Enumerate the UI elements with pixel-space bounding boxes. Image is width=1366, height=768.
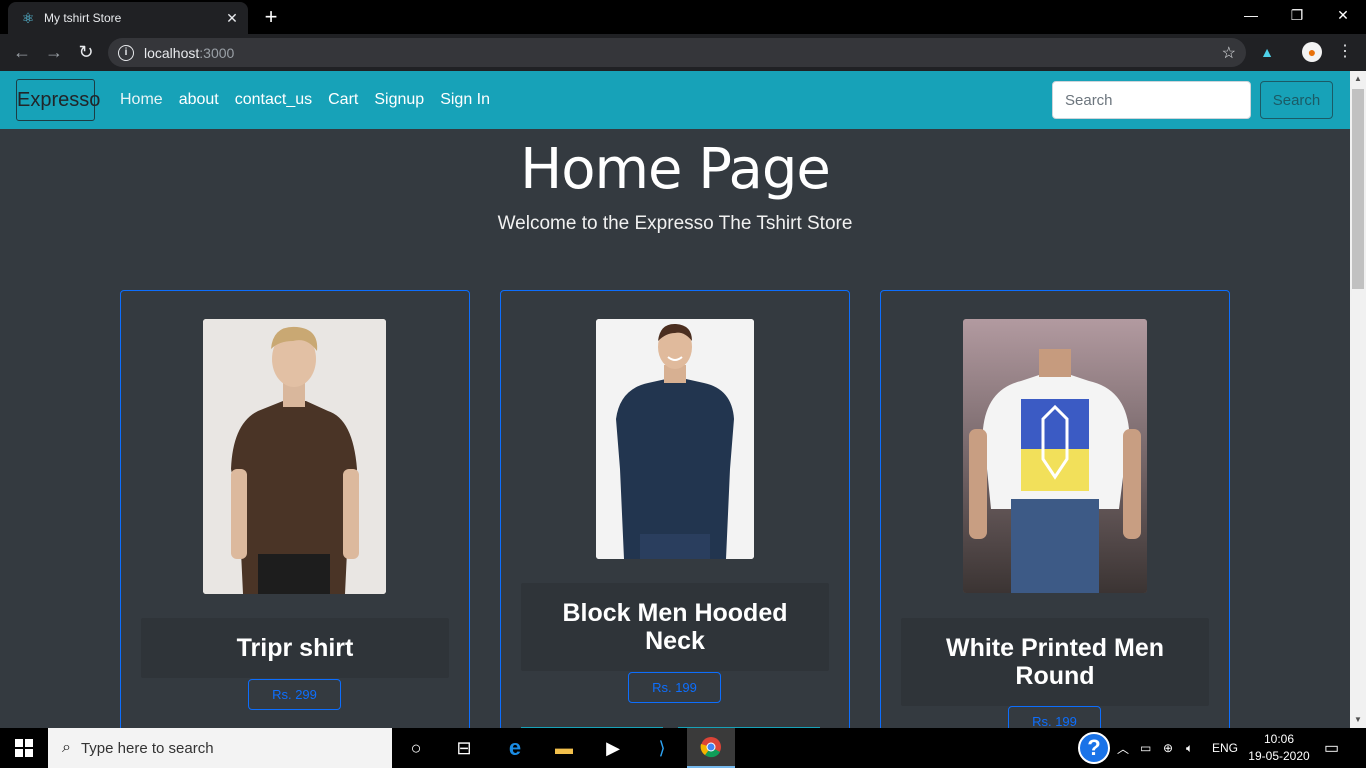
search-icon: ⌕ xyxy=(62,739,71,756)
page-title: Home Page xyxy=(520,137,831,202)
product-card: White Printed Men Round Rs. 199 xyxy=(880,290,1230,728)
media-player-icon[interactable]: ▶ xyxy=(589,728,637,768)
product-name: Block Men Hooded Neck xyxy=(521,583,829,671)
edge-icon[interactable]: e xyxy=(491,728,539,768)
scroll-up-icon[interactable]: ▲ xyxy=(1350,71,1366,87)
extension-triangle-icon[interactable]: ▲ xyxy=(1257,42,1277,62)
page-scrollbar[interactable]: ▲ ▼ xyxy=(1350,71,1366,728)
nav-link-signup[interactable]: Signup xyxy=(374,89,424,111)
forward-icon[interactable]: → xyxy=(42,40,66,64)
price-button[interactable]: Rs. 199 xyxy=(628,672,721,703)
nav-link-signin[interactable]: Sign In xyxy=(440,89,490,111)
page-subtitle: Welcome to the Expresso The Tshirt Store xyxy=(497,213,853,234)
price-button[interactable]: Rs. 299 xyxy=(248,679,341,710)
file-explorer-icon[interactable]: ▬ xyxy=(540,728,588,768)
battery-icon[interactable]: ▭ xyxy=(1140,728,1151,768)
react-favicon-icon: ⚛ xyxy=(21,9,35,26)
taskbar-search-placeholder: Type here to search xyxy=(80,739,214,757)
back-icon[interactable]: ← xyxy=(10,40,34,64)
task-view-icon[interactable]: ⊟ xyxy=(440,728,488,768)
product-image[interactable] xyxy=(203,319,386,594)
profile-avatar-icon[interactable]: ● xyxy=(1302,42,1322,62)
nav-link-contact[interactable]: contact_us xyxy=(235,89,312,111)
taskbar-clock[interactable]: 10:06 19-05-2020 xyxy=(1248,731,1310,765)
reload-icon[interactable]: ↻ xyxy=(74,40,98,64)
browser-toolbar: ← → ↻ i localhost:3000 ☆ ▲ ● ⋮ xyxy=(0,34,1366,71)
tray-chevron-icon[interactable]: ︿ xyxy=(1117,728,1129,768)
page-viewport: Expresso Home about contact_us Cart Sign… xyxy=(0,71,1350,728)
taskbar-search[interactable]: ⌕ Type here to search xyxy=(48,728,392,768)
browser-tab[interactable]: ⚛ My tshirt Store ✕ xyxy=(8,2,248,34)
network-icon[interactable]: ⊕ xyxy=(1163,728,1173,768)
scroll-down-icon[interactable]: ▼ xyxy=(1350,712,1366,728)
clock-time: 10:06 xyxy=(1263,732,1295,746)
windows-start-icon[interactable] xyxy=(0,728,48,768)
address-bar[interactable]: i localhost:3000 ☆ xyxy=(108,38,1246,67)
nav-link-home[interactable]: Home xyxy=(120,89,163,111)
vscode-icon[interactable]: ⟩ xyxy=(638,728,686,768)
search-button[interactable]: Search xyxy=(1260,81,1333,119)
product-card: Block Men Hooded Neck Rs. 199 xyxy=(500,290,850,728)
nav-links: Home about contact_us Cart Signup Sign I… xyxy=(112,89,498,111)
volume-icon[interactable]: 🔈︎ xyxy=(1186,728,1193,768)
brand-logo[interactable]: Expresso xyxy=(16,79,100,121)
url-port: :3000 xyxy=(199,44,235,61)
nav-link-about[interactable]: about xyxy=(179,89,219,111)
product-card: Tripr shirt Rs. 299 xyxy=(120,290,470,728)
product-image[interactable] xyxy=(963,319,1147,593)
product-image[interactable] xyxy=(596,319,754,559)
cortana-icon[interactable]: ○ xyxy=(392,728,440,768)
clock-date: 19-05-2020 xyxy=(1248,749,1310,763)
bookmark-star-icon[interactable]: ☆ xyxy=(1222,43,1236,63)
url-host: localhost xyxy=(144,44,200,61)
tab-close-icon[interactable]: ✕ xyxy=(224,10,240,26)
notification-icon[interactable]: ▭ xyxy=(1324,728,1339,768)
minimize-button[interactable]: — xyxy=(1228,0,1274,30)
site-navbar: Expresso Home about contact_us Cart Sign… xyxy=(0,71,1350,129)
close-window-button[interactable]: ✕ xyxy=(1320,0,1366,30)
nav-link-cart[interactable]: Cart xyxy=(328,89,358,111)
product-name: Tripr shirt xyxy=(141,618,449,678)
language-indicator[interactable]: ENG xyxy=(1212,728,1238,768)
restore-button[interactable]: ❐ xyxy=(1274,0,1320,30)
product-name: White Printed Men Round xyxy=(901,618,1209,706)
tab-title: My tshirt Store xyxy=(44,11,122,25)
scrollbar-thumb[interactable] xyxy=(1352,89,1364,289)
new-tab-button[interactable]: + xyxy=(259,5,283,29)
site-info-icon[interactable]: i xyxy=(118,44,134,61)
browser-menu-icon[interactable]: ⋮ xyxy=(1335,42,1355,62)
help-icon[interactable]: ? xyxy=(1078,728,1110,768)
hero-section: Home Page Welcome to the Expresso The Ts… xyxy=(0,129,1350,235)
windows-taskbar: ⌕ Type here to search ○ ⊟ e ▬ ▶ ⟩ ? ︿ ▭ … xyxy=(0,728,1366,768)
browser-tabstrip: ⚛ My tshirt Store ✕ + — ❐ ✕ xyxy=(0,0,1366,34)
price-button[interactable]: Rs. 199 xyxy=(1008,706,1101,728)
search-input[interactable] xyxy=(1052,81,1251,119)
chrome-icon[interactable] xyxy=(687,728,735,768)
